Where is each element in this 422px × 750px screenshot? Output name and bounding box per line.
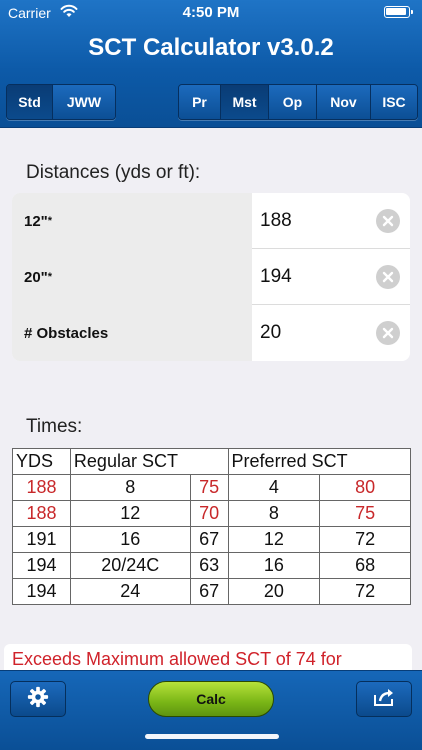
share-button[interactable] [356, 681, 412, 717]
preferred-sct-cell: 80 [319, 474, 411, 501]
distance-label: # Obstacles [12, 305, 252, 361]
table-row: 194 20/24C 63 16 68 [12, 552, 411, 579]
preferred-sct-cell: 72 [319, 526, 411, 553]
table-row: 188 8 75 4 80 [12, 474, 411, 501]
distance-row-20in: 20" * 194 [12, 249, 410, 305]
status-bar: Carrier 4:50 PM [0, 0, 422, 26]
segment-isc[interactable]: ISC [371, 85, 417, 119]
regular-jumps-cell: 20/24C [69, 552, 191, 579]
regular-jumps-cell: 16 [69, 526, 191, 553]
share-icon [372, 687, 396, 712]
standard-segmented-control: Std JWW [6, 84, 116, 120]
regular-jumps-cell: 24 [69, 578, 191, 605]
distance-label: 12" * [12, 193, 252, 249]
preferred-sct-cell: 75 [319, 500, 411, 527]
yds-cell: 194 [12, 552, 71, 579]
segment-op[interactable]: Op [269, 85, 317, 119]
regular-sct-cell: 75 [189, 474, 229, 501]
header-yds: YDS [12, 448, 71, 475]
segment-jww[interactable]: JWW [53, 85, 115, 119]
segment-std[interactable]: Std [7, 85, 53, 119]
page-title: SCT Calculator v3.0.2 [88, 34, 334, 61]
regular-jumps-cell: 12 [69, 500, 191, 527]
regular-sct-cell: 63 [189, 552, 229, 579]
segment-nov[interactable]: Nov [317, 85, 371, 119]
table-header-row: YDS Regular SCT Preferred SCT [12, 448, 412, 475]
segment-mst[interactable]: Mst [221, 85, 269, 119]
navigation-header: Carrier 4:50 PM SCT Calculator v3.0.2 St… [0, 0, 422, 128]
level-segmented-control: Pr Mst Op Nov ISC [178, 84, 418, 120]
distance-12in-input[interactable]: 188 [260, 210, 292, 232]
header-regular-sct: Regular SCT [70, 448, 229, 475]
calc-button[interactable]: Calc [148, 681, 274, 717]
regular-sct-cell: 67 [189, 578, 229, 605]
table-row: 194 24 67 20 72 [12, 578, 411, 605]
distance-row-12in: 12" * 188 [12, 193, 410, 249]
table-row: 188 12 70 8 75 [12, 500, 411, 527]
preferred-jumps-cell: 4 [227, 474, 321, 501]
obstacles-input[interactable]: 20 [260, 322, 281, 344]
distance-20in-input[interactable]: 194 [260, 266, 292, 288]
preferred-jumps-cell: 20 [227, 578, 321, 605]
yds-cell: 188 [12, 500, 71, 527]
preferred-sct-cell: 72 [319, 578, 411, 605]
segment-pr[interactable]: Pr [179, 85, 221, 119]
clear-icon[interactable] [376, 209, 400, 233]
gear-icon [27, 686, 49, 713]
distances-heading: Distances (yds or ft): [26, 162, 201, 183]
clear-icon[interactable] [376, 321, 400, 345]
distances-card: 12" * 188 20" * 194 # Obstacles 20 [12, 193, 410, 361]
times-table: YDS Regular SCT Preferred SCT 188 8 75 4… [12, 448, 412, 605]
clear-icon[interactable] [376, 265, 400, 289]
preferred-sct-cell: 68 [319, 552, 411, 579]
preferred-jumps-cell: 12 [227, 526, 321, 553]
yds-cell: 191 [12, 526, 71, 553]
settings-button[interactable] [10, 681, 66, 717]
yds-cell: 194 [12, 578, 71, 605]
battery-icon [384, 6, 413, 18]
header-preferred-sct: Preferred SCT [227, 448, 412, 475]
status-time: 4:50 PM [182, 4, 240, 21]
regular-jumps-cell: 8 [69, 474, 191, 501]
home-indicator[interactable] [145, 734, 279, 739]
yds-cell: 188 [12, 474, 71, 501]
distance-row-obstacles: # Obstacles 20 [12, 305, 410, 361]
regular-sct-cell: 70 [189, 500, 229, 527]
table-row: 191 16 67 12 72 [12, 526, 411, 553]
preferred-jumps-cell: 16 [227, 552, 321, 579]
distance-label: 20" * [12, 249, 252, 305]
preferred-jumps-cell: 8 [227, 500, 321, 527]
regular-sct-cell: 67 [189, 526, 229, 553]
times-heading: Times: [26, 416, 83, 437]
